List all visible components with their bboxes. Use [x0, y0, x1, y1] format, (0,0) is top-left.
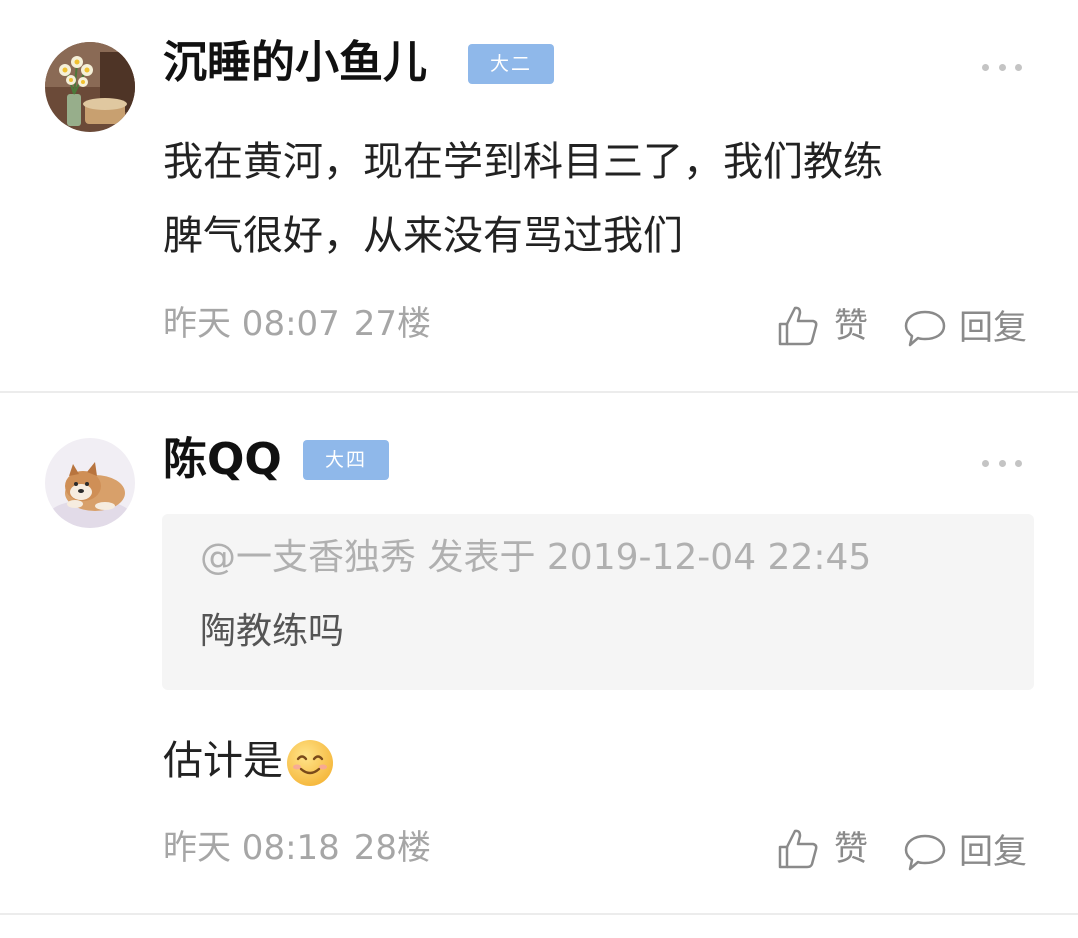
grade-badge: 大二 [468, 44, 554, 84]
quote-text: 陶教练吗 [200, 611, 345, 652]
username[interactable]: 沉睡的小鱼儿 [163, 41, 427, 85]
comment-bubble-icon [904, 834, 946, 871]
avatar[interactable] [45, 438, 135, 528]
quote-header: @一支香独秀 发表于 2019-12-04 22:45 [200, 537, 872, 578]
comment-content: 我在黄河，现在学到科目三了，我们教练 脾气很好，从来没有骂过我们 [163, 125, 1043, 273]
floor-number: 27楼 [353, 304, 432, 344]
like-label: 赞 [834, 829, 868, 869]
timestamp: 昨天 08:18 [163, 828, 340, 868]
reply-label: 回复 [959, 308, 1027, 348]
shiba-dog-avatar-icon [45, 438, 135, 528]
reply-button[interactable]: 回复 [903, 831, 1027, 873]
thumbs-up-icon [778, 829, 818, 869]
timestamp: 昨天 08:07 [163, 304, 340, 344]
comment-post: 陈QQ 大四 @一支香独秀 发表于 2019-12-04 22:45 陶教练吗 … [0, 393, 1078, 913]
quoted-reply[interactable]: @一支香独秀 发表于 2019-12-04 22:45 陶教练吗 [162, 514, 1034, 690]
reply-button[interactable]: 回复 [903, 307, 1027, 349]
comment-meta: 昨天 08:18 28楼 [163, 831, 431, 865]
like-label: 赞 [834, 306, 868, 346]
divider [0, 913, 1078, 915]
username[interactable]: 陈QQ [163, 438, 282, 482]
comment-content: 估计是 [163, 724, 1043, 798]
comment-post: 沉睡的小鱼儿 大二 我在黄河，现在学到科目三了，我们教练 脾气很好，从来没有骂过… [0, 0, 1078, 392]
thumbs-up-icon [778, 306, 818, 346]
comment-bubble-icon [904, 310, 946, 347]
reply-label: 回复 [959, 832, 1027, 872]
more-options-icon[interactable] [982, 458, 1022, 468]
comment-line: 脾气很好，从来没有骂过我们 [163, 213, 683, 259]
grade-badge: 大四 [303, 440, 389, 480]
like-button[interactable]: 赞 [776, 304, 868, 348]
comment-text: 估计是 [163, 738, 283, 784]
comment-meta: 昨天 08:07 27楼 [163, 307, 431, 341]
smiling-face-emoji-icon [287, 740, 333, 786]
like-button[interactable]: 赞 [776, 827, 868, 871]
floor-number: 28楼 [353, 828, 432, 868]
avatar[interactable] [45, 42, 135, 132]
flower-vase-avatar-icon [45, 42, 135, 132]
comment-line: 我在黄河，现在学到科目三了，我们教练 [163, 139, 883, 185]
more-options-icon[interactable] [982, 62, 1022, 72]
